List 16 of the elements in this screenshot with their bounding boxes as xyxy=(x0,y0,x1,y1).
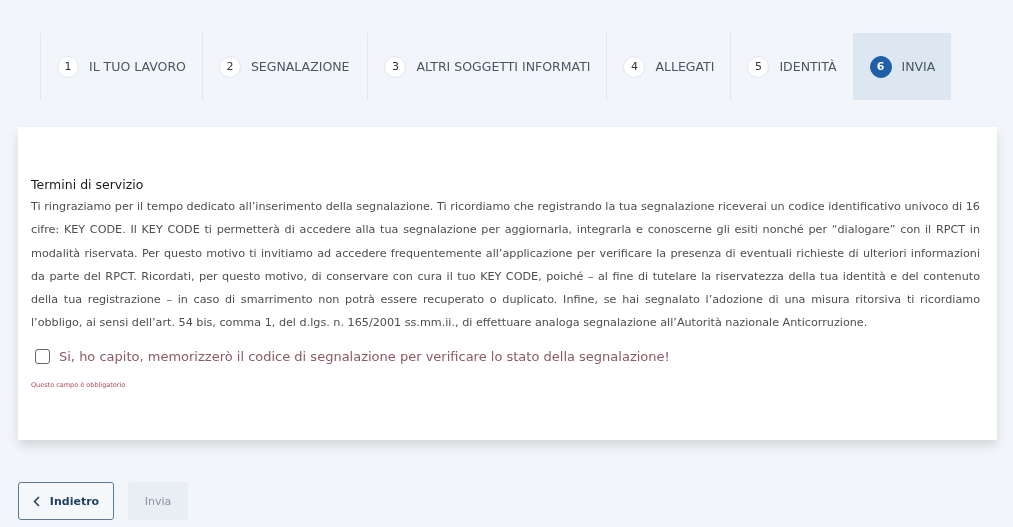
section-title: Termini di servizio xyxy=(31,177,145,192)
checkbox-label[interactable]: Si, ho capito, memorizzerò il codice di segnalazione per verificare lo stato della segnalazione! xyxy=(59,348,670,364)
step-number: 6 xyxy=(869,55,892,78)
step-tab[interactable]: 5 IDENTITÀ xyxy=(730,33,853,100)
terms-paragraph: Ti ringraziamo per il tempo dedicato all’inserimento della segnalazione. Ti ricordiamo che registrando la tua segnalazione riceverai un codice identificativo univoco di 16 cifre: KEY CODE. Il KEY CODE ti permetterà di accedere alla tua segnalazione per aggiornarla, integrarla e conoscerne gli esiti nonché per “dialogare” con il RPCT in modalità riservata. Per questo motivo ti invitiamo ad accedere frequentemente all’applicazione per verificare la presenza di eventuali richieste di ulteriori informazioni da parte del RPCT. Ricordati, per questo motivo, di conservare con cura il tuo KEY CODE, poiché – al fine di tutelare la riservatezza della tua identità e del contenuto della tua registrazione – in caso di smarrimento non potrà essere recuperato o duplicato. Infine, se hai segnalato l’adozione di una misura ritorsiva ti ricordiamo l’obbligo, ai sensi dell’art. 54 bis, comma 1, del d.lgs. n. 165/2001 ss.mm.ii., di effettuare analoga segnalazione all’Autorità nazionale Anticorruzione. xyxy=(31,199,980,332)
back-button[interactable]: Indietro xyxy=(18,482,114,520)
step-number: 4 xyxy=(623,55,646,78)
step-tab[interactable]: 2 SEGNALAZIONE xyxy=(201,33,368,100)
step-tab[interactable]: 3 ALTRI SOGGETTI INFORMATI xyxy=(367,33,607,100)
step-tab[interactable]: 4 ALLEGATI xyxy=(606,33,731,100)
step-tab[interactable]: 6 INVIA xyxy=(852,33,952,100)
step-tab[interactable]: 1 IL TUO LAVORO xyxy=(40,33,202,100)
step-number: 2 xyxy=(218,55,241,78)
step-number: 5 xyxy=(747,55,770,78)
step-number: 3 xyxy=(384,55,407,78)
step-number: 1 xyxy=(57,55,79,78)
